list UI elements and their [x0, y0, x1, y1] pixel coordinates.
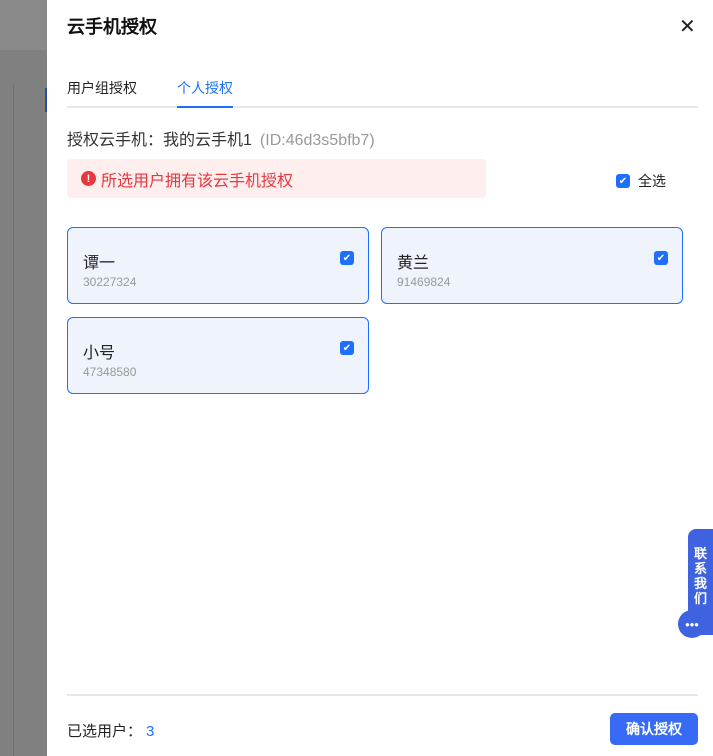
user-id: 91469824 — [397, 275, 451, 289]
alert-text: 所选用户拥有该云手机授权 — [101, 172, 294, 190]
tab-personal-auth[interactable]: 个人授权 — [177, 78, 233, 108]
background-page — [0, 0, 47, 756]
checkbox-checked-icon[interactable]: ✔ — [340, 341, 354, 355]
confirm-auth-button[interactable]: 确认授权 — [610, 713, 698, 745]
selected-label: 已选用户： — [67, 723, 143, 740]
divider — [67, 694, 698, 696]
chat-bubble-icon[interactable]: ••• — [678, 610, 706, 638]
phone-id: (ID:46d3s5bfb7) — [259, 132, 375, 149]
close-icon[interactable]: ✕ — [679, 14, 696, 39]
selected-number: 3 — [146, 723, 155, 740]
checkbox-checked-icon[interactable]: ✔ — [340, 251, 354, 265]
user-id: 47348580 — [83, 365, 137, 379]
user-name: 谭一 — [83, 255, 116, 272]
checkbox-checked-icon[interactable]: ✔ — [654, 251, 668, 265]
user-card[interactable]: 黄兰 91469824 ✔ — [381, 227, 683, 304]
tabs: 用户组授权 个人授权 — [67, 78, 698, 108]
contact-us-label: 联系我们 — [693, 546, 707, 606]
phone-name: 我的云手机1 — [163, 132, 252, 149]
alert-banner: ! 所选用户拥有该云手机授权 — [67, 159, 486, 198]
phone-info: 授权云手机：我的云手机1 (ID:46d3s5bfb7) — [67, 126, 375, 150]
checkbox-checked-icon: ✔ — [616, 174, 630, 188]
user-id: 30227324 — [83, 275, 137, 289]
phone-label: 授权云手机： — [67, 132, 164, 149]
authorization-drawer: 云手机授权 ✕ 用户组授权 个人授权 授权云手机：我的云手机1 (ID:46d3s… — [47, 0, 713, 756]
select-all-label: 全选 — [638, 173, 666, 189]
tab-group-auth[interactable]: 用户组授权 — [67, 78, 137, 106]
select-all-checkbox[interactable]: ✔ 全选 — [616, 171, 666, 191]
drawer-title: 云手机授权 — [67, 17, 157, 37]
user-card[interactable]: 谭一 30227324 ✔ — [67, 227, 369, 304]
user-name: 黄兰 — [397, 255, 430, 272]
error-icon: ! — [81, 171, 96, 186]
selected-count: 已选用户： 3 — [67, 720, 154, 741]
user-card[interactable]: 小号 47348580 ✔ — [67, 317, 369, 394]
user-name: 小号 — [83, 345, 116, 362]
